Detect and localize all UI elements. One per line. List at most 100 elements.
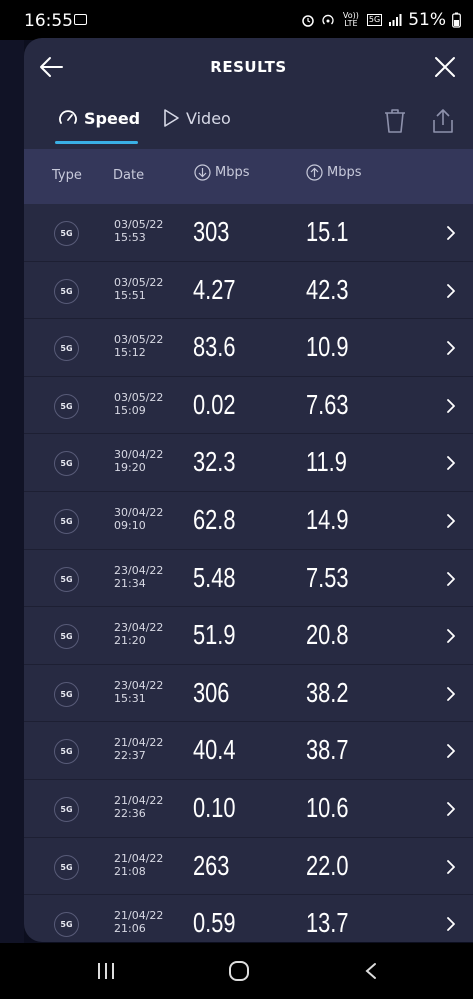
upload-speed: 38.7	[306, 734, 349, 766]
network-type-badge: 5G	[54, 278, 79, 304]
result-date: 23/04/22	[114, 621, 164, 635]
download-speed: 32.3	[193, 446, 236, 478]
chevron-right-icon[interactable]	[445, 571, 457, 586]
result-datetime: 21/04/22 21:06	[114, 909, 163, 935]
column-upload-label: Mbps	[327, 165, 362, 180]
result-date: 30/04/22	[114, 505, 164, 519]
home-icon[interactable]	[228, 960, 250, 982]
upload-speed: 13.7	[306, 907, 349, 939]
result-date: 03/05/22	[114, 218, 164, 231]
column-upload: Mbps	[306, 164, 362, 181]
tab-video-label: Video	[186, 108, 231, 128]
network-type-badge: 5G	[54, 508, 79, 534]
chevron-right-icon[interactable]	[445, 456, 457, 471]
chevron-right-icon[interactable]	[445, 629, 457, 644]
network-type-badge: 5G	[54, 451, 79, 477]
network-type-badge: 5G	[54, 681, 79, 707]
result-row[interactable]: 5G 21/04/22 21:08 263 22.0	[24, 838, 473, 896]
download-speed: 0.02	[193, 388, 236, 420]
result-row[interactable]: 5G 23/04/22 21:20 51.9 20.8	[24, 607, 473, 665]
column-download: Mbps	[194, 164, 250, 181]
chevron-right-icon[interactable]	[445, 917, 457, 932]
result-time: 21:20	[114, 634, 146, 648]
results-tabs: Speed Video	[24, 96, 473, 149]
tab-video[interactable]: Video	[162, 108, 231, 128]
page-title: RESULTS	[210, 58, 287, 76]
result-date: 21/04/22	[114, 909, 164, 923]
download-speed: 263	[193, 849, 230, 881]
result-datetime: 30/04/22 09:10	[114, 506, 163, 532]
result-row[interactable]: 5G 30/04/22 09:10 62.8 14.9	[24, 492, 473, 550]
result-time: 22:37	[114, 749, 146, 763]
active-tab-indicator	[55, 141, 138, 144]
result-time: 15:09	[114, 403, 146, 417]
play-icon	[164, 109, 179, 127]
upload-speed: 7.63	[306, 388, 349, 420]
network-type-badge: 5G	[54, 221, 79, 246]
chevron-right-icon[interactable]	[445, 802, 457, 816]
chevron-right-icon[interactable]	[445, 341, 457, 356]
speed-gauge-icon	[59, 110, 77, 124]
network-type-badge: 5G	[54, 739, 79, 765]
upload-speed: 14.9	[306, 503, 349, 535]
chevron-right-icon[interactable]	[445, 686, 457, 701]
result-time: 19:20	[114, 461, 146, 475]
result-date: 21/04/22	[114, 736, 164, 750]
result-datetime: 23/04/22 21:34	[114, 564, 163, 590]
result-date: 03/05/22	[114, 275, 164, 289]
result-time: 15:31	[114, 691, 146, 705]
tab-speed[interactable]: Speed	[58, 108, 140, 128]
chevron-right-icon[interactable]	[445, 398, 457, 413]
results-panel: RESULTS Speed Video Type Date Mbps Mbps …	[24, 38, 473, 942]
download-speed: 0.59	[193, 907, 236, 939]
status-time: 16:55	[24, 11, 73, 31]
result-row[interactable]: 5G 03/05/22 15:12 83.6 10.9	[24, 319, 473, 377]
result-row[interactable]: 5G 21/04/22 22:36 0.10 10.6	[24, 780, 473, 838]
result-row[interactable]: 5G 21/04/22 22:37 40.4 38.7	[24, 722, 473, 780]
download-speed: 0.10	[193, 791, 236, 823]
close-icon[interactable]	[433, 55, 457, 79]
background-app	[0, 40, 24, 943]
result-datetime: 03/05/22 15:51	[114, 276, 163, 302]
result-date: 30/04/22	[114, 448, 164, 462]
chevron-right-icon[interactable]	[445, 283, 457, 298]
trash-icon[interactable]	[382, 108, 408, 134]
download-speed: 303	[193, 216, 230, 247]
result-datetime: 23/04/22 15:31	[114, 679, 163, 705]
result-row[interactable]: 5G 03/05/22 15:53 303 15.1	[24, 204, 473, 262]
navigation-bar	[0, 943, 473, 999]
chevron-right-icon[interactable]	[445, 514, 457, 528]
alarm-icon	[302, 15, 314, 27]
result-time: 09:10	[114, 518, 146, 532]
recent-apps-icon[interactable]	[96, 962, 116, 980]
result-row[interactable]: 5G 03/05/22 15:09 0.02 7.63	[24, 377, 473, 435]
result-datetime: 23/04/22 21:20	[114, 621, 163, 647]
network-type-badge: 5G	[54, 624, 79, 650]
column-download-label: Mbps	[215, 165, 250, 180]
upload-speed: 22.0	[306, 849, 349, 881]
result-row[interactable]: 5G 23/04/22 21:34 5.48 7.53	[24, 550, 473, 608]
upload-speed: 7.53	[306, 561, 349, 593]
result-row[interactable]: 5G 03/05/22 15:51 4.27 42.3	[24, 262, 473, 320]
chevron-right-icon[interactable]	[445, 859, 457, 874]
share-icon[interactable]	[430, 108, 456, 134]
network-type-badge: 5G	[54, 796, 79, 822]
result-row[interactable]: 5G 21/04/22 21:06 0.59 13.7	[24, 895, 473, 942]
upload-speed: 15.1	[306, 216, 349, 247]
result-datetime: 03/05/22 15:09	[114, 391, 163, 417]
upload-speed: 10.6	[306, 791, 349, 823]
chevron-right-icon[interactable]	[445, 744, 457, 759]
result-date: 21/04/22	[114, 851, 164, 865]
chevron-right-icon[interactable]	[445, 226, 457, 240]
result-datetime: 21/04/22 21:08	[114, 852, 163, 878]
hotspot-icon	[322, 14, 334, 25]
result-row[interactable]: 5G 30/04/22 19:20 32.3 11.9	[24, 434, 473, 492]
result-time: 21:08	[114, 864, 146, 878]
result-date: 23/04/22	[114, 563, 164, 577]
result-time: 22:36	[114, 806, 146, 820]
network-type-badge: 5G	[54, 336, 79, 362]
network-type-badge: 5G	[54, 854, 79, 880]
result-row[interactable]: 5G 23/04/22 15:31 306 38.2	[24, 665, 473, 723]
back-nav-icon[interactable]	[364, 962, 378, 980]
upload-speed: 20.8	[306, 619, 349, 651]
